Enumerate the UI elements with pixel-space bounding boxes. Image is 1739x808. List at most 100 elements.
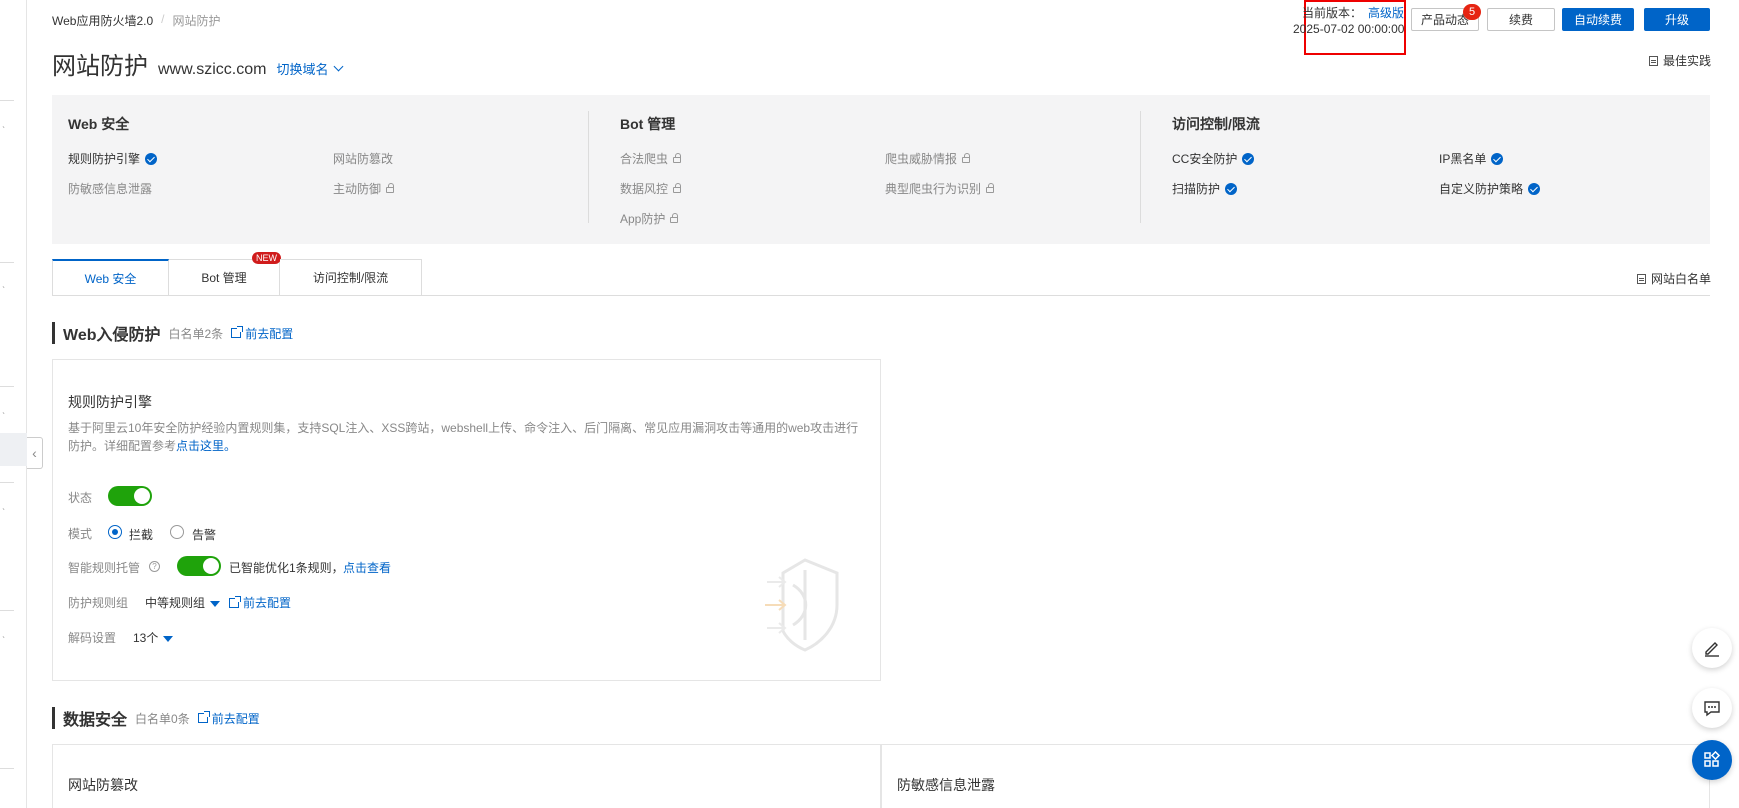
chevron-icon[interactable]: ˋ — [2, 508, 5, 519]
title-row: 网站防护 www.szicc.com 切换域名 — [52, 46, 344, 81]
feature-cc-protection[interactable]: CC安全防护 — [1172, 150, 1255, 167]
side-nav-rail: ˋ ˋ ˋ ˋ ˋ — [0, 0, 27, 808]
help-icon[interactable]: ? — [149, 561, 160, 572]
feature-data-risk[interactable]: 数据风控 — [620, 180, 682, 197]
check-circle-icon — [1225, 182, 1238, 195]
rail-divider — [0, 768, 14, 769]
caret-down-icon — [163, 635, 174, 642]
feature-label: App防护 — [620, 212, 666, 226]
card-description: 基于阿里云10年安全防护经验内置规则集，支持SQL注入、XSS跨站，webshe… — [68, 419, 868, 455]
config-link-label: 前去配置 — [243, 596, 292, 610]
overview-bot-title: Bot 管理 — [620, 116, 676, 132]
smart-rule-toggle[interactable] — [177, 556, 221, 576]
new-badge: NEW — [252, 252, 281, 264]
renew-button[interactable]: 续费 — [1487, 8, 1555, 31]
web-intrusion-config-link[interactable]: 前去配置 — [231, 325, 293, 342]
feature-label: 规则防护引擎 — [68, 152, 141, 166]
status-toggle[interactable] — [108, 486, 152, 506]
decode-label: 解码设置 — [68, 631, 117, 645]
rail-divider — [0, 610, 14, 611]
feature-scan-protection[interactable]: 扫描防护 — [1172, 180, 1238, 197]
feature-ip-blacklist[interactable]: IP黑名单 — [1439, 150, 1504, 167]
rule-group-config-link[interactable]: 前去配置 — [229, 594, 291, 611]
best-practice-label: 最佳实践 — [1662, 54, 1711, 68]
breadcrumb-root[interactable]: Web应用防火墙2.0 — [52, 12, 153, 29]
collapse-sidebar-button[interactable]: ‹ — [27, 437, 43, 469]
tab-label: Web 安全 — [84, 271, 137, 286]
feature-label: 扫描防护 — [1172, 182, 1221, 196]
whitelist-count: 白名单0条 — [135, 711, 190, 726]
apps-grid-icon — [1704, 751, 1721, 767]
mode-block-label: 拦截 — [129, 528, 154, 542]
overview-web-security-title: Web 安全 — [68, 116, 130, 132]
lock-icon — [986, 183, 995, 193]
card-description-link[interactable]: 点击这里。 — [176, 439, 236, 453]
check-circle-icon — [1242, 152, 1255, 165]
rule-group-select[interactable]: 中等规则组 — [145, 594, 221, 611]
chevron-icon[interactable]: ˋ — [2, 126, 5, 137]
feature-label: 数据风控 — [620, 182, 669, 196]
feature-crawler-behavior[interactable]: 典型爬虫行为识别 — [885, 180, 995, 197]
status-label: 状态 — [68, 491, 93, 505]
product-news-label: 产品动态 — [1420, 13, 1469, 27]
feature-custom-policy[interactable]: 自定义防护策略 — [1439, 180, 1541, 197]
rule-group-value: 中等规则组 — [145, 596, 206, 610]
version-link[interactable]: 高级版 — [1368, 6, 1404, 20]
smart-rule-label: 智能规则托管 — [68, 561, 141, 575]
mode-alert-label: 告警 — [192, 528, 217, 542]
edit-floating-button[interactable] — [1692, 628, 1732, 668]
switch-domain-label: 切换域名 — [276, 62, 329, 77]
feature-app-protection[interactable]: App防护 — [620, 210, 679, 227]
feature-crawler-intel[interactable]: 爬虫威胁情报 — [885, 150, 971, 167]
rule-group-label: 防护规则组 — [68, 596, 129, 610]
apps-floating-button[interactable] — [1692, 740, 1732, 780]
overview-divider — [1140, 111, 1141, 223]
chevron-icon[interactable]: ˋ — [2, 286, 5, 297]
rule-engine-card: 规则防护引擎 基于阿里云10年安全防护经验内置规则集，支持SQL注入、XSS跨站… — [52, 359, 881, 681]
chevron-down-icon — [334, 61, 344, 72]
page-title: 网站防护 — [52, 53, 148, 80]
overview-divider — [588, 111, 589, 223]
feature-active-defense[interactable]: 主动防御 — [333, 180, 395, 197]
feature-label: 防敏感信息泄露 — [68, 182, 153, 196]
feature-legal-crawler[interactable]: 合法爬虫 — [620, 150, 682, 167]
decode-select[interactable]: 13个 — [133, 629, 174, 646]
mode-alert-radio[interactable] — [170, 525, 184, 539]
rail-selected-item[interactable] — [0, 433, 27, 466]
anti-tamper-card: 网站防篡改 — [52, 744, 881, 808]
feature-label: 网站防篡改 — [333, 152, 394, 166]
feature-rule-engine[interactable]: 规则防护引擎 — [68, 150, 158, 167]
data-security-config-link[interactable]: 前去配置 — [197, 710, 260, 727]
tab-divider — [52, 295, 1710, 296]
version-label: 当前版本： — [1302, 6, 1363, 20]
smart-rule-text: 已智能优化1条规则， — [229, 561, 344, 575]
site-whitelist-link[interactable]: 网站白名单 — [1636, 270, 1711, 287]
tab-bot-management[interactable]: Bot 管理 NEW — [169, 252, 281, 296]
tab-bar: Web 安全 Bot 管理 NEW 访问控制/限流 — [52, 252, 422, 296]
feature-label: 自定义防护策略 — [1439, 182, 1524, 196]
breadcrumb-current: 网站防护 — [172, 14, 221, 28]
chevron-icon[interactable]: ˋ — [2, 636, 5, 647]
feature-label: 主动防御 — [333, 182, 382, 196]
data-leak-card: 防敏感信息泄露 — [881, 744, 1710, 808]
tab-access-control[interactable]: 访问控制/限流 — [280, 259, 422, 296]
current-domain: www.szicc.com — [158, 61, 267, 78]
check-circle-icon — [1528, 182, 1541, 195]
site-whitelist-label: 网站白名单 — [1650, 272, 1711, 286]
tab-label: Bot 管理 — [201, 271, 247, 285]
switch-domain-button[interactable]: 切换域名 — [276, 59, 344, 78]
best-practice-link[interactable]: 最佳实践 — [1648, 52, 1711, 69]
feedback-floating-button[interactable] — [1692, 688, 1732, 728]
card-title: 防敏感信息泄露 — [897, 777, 995, 793]
check-circle-icon — [145, 152, 158, 165]
feature-data-leak[interactable]: 防敏感信息泄露 — [68, 180, 152, 197]
upgrade-button[interactable]: 升级 — [1644, 8, 1710, 31]
tab-web-security[interactable]: Web 安全 — [52, 259, 169, 296]
mode-block-radio[interactable] — [108, 525, 122, 539]
chevron-icon[interactable]: ˋ — [2, 412, 5, 423]
smart-rule-view-link[interactable]: 点击查看 — [343, 559, 391, 576]
feature-anti-tamper[interactable]: 网站防篡改 — [333, 150, 393, 167]
auto-renew-label: 自动续费 — [1573, 13, 1622, 27]
auto-renew-button[interactable]: 自动续费 — [1562, 8, 1634, 31]
pencil-icon — [1705, 642, 1719, 657]
